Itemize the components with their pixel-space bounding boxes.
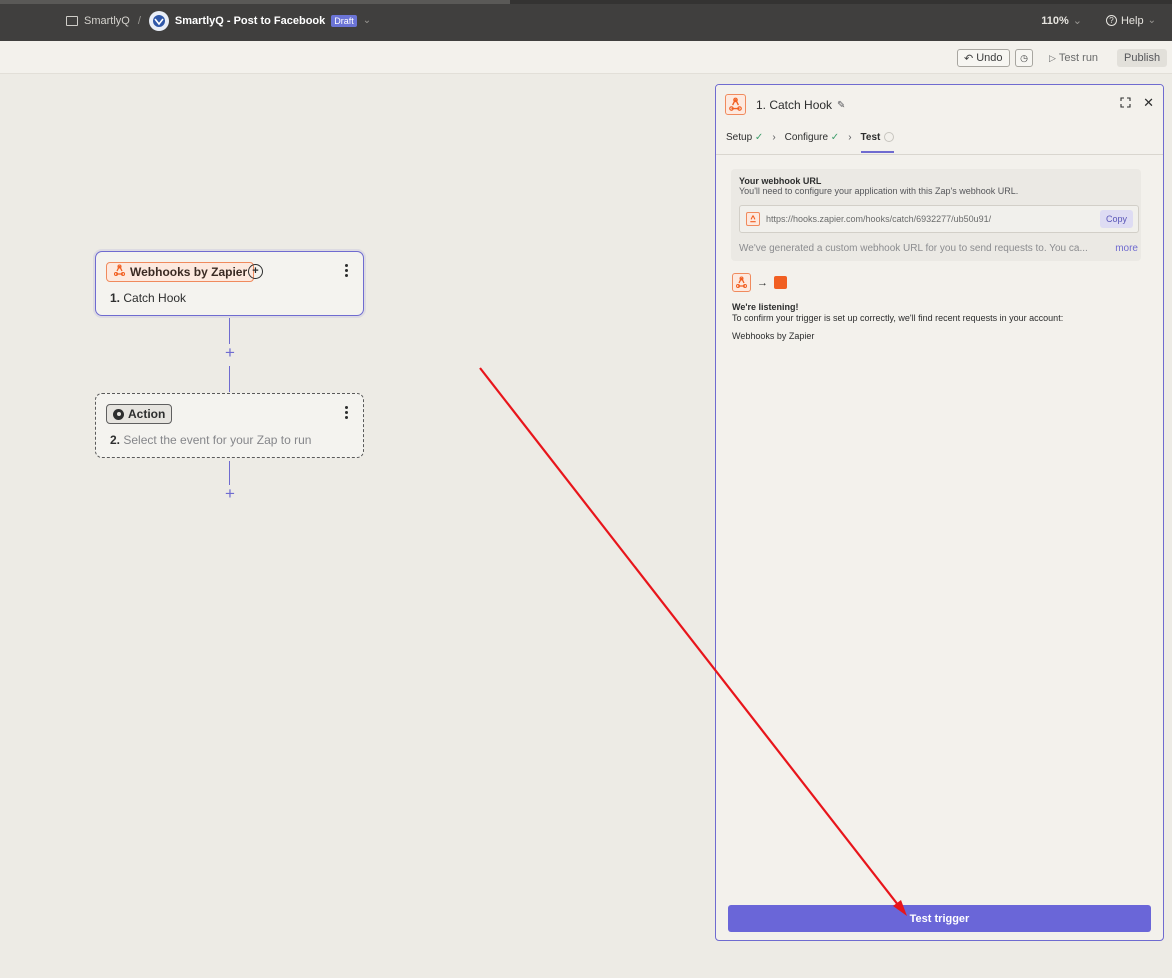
webhook-subtext: You'll need to configure your applicatio… (739, 186, 1019, 196)
panel-title[interactable]: 1. Catch Hook ✎ (756, 98, 845, 112)
more-options-icon[interactable] (345, 264, 349, 277)
chevron-right-icon: › (772, 131, 776, 143)
step-title: 1. Catch Hook (110, 291, 186, 305)
webhook-url[interactable]: https://hooks.zapier.com/hooks/catch/693… (766, 214, 991, 224)
action-step-card[interactable]: Action 2. Select the event for your Zap … (95, 393, 364, 458)
expand-icon[interactable] (1120, 97, 1131, 108)
connector-line (229, 318, 230, 344)
tab-configure[interactable]: Configure ✓ (785, 132, 840, 143)
folder-link[interactable]: SmartlyQ (84, 15, 130, 27)
step-title: 2. Select the event for your Zap to run (110, 433, 311, 447)
top-right-controls: 110% ⌄ ? Help ⌄ (1041, 0, 1172, 41)
webhook-url-field[interactable]: https://hooks.zapier.com/hooks/catch/693… (739, 205, 1139, 233)
webhook-url-card: Your webhook URL You'll need to configur… (731, 169, 1141, 261)
step-editor-panel: 1. Catch Hook ✎ ✕ Setup ✓ › Configure ✓ … (715, 84, 1164, 941)
status-badge: Draft (331, 14, 357, 27)
tab-label: Configure (784, 131, 829, 143)
status-circle-icon (884, 131, 895, 142)
webhook-icon (725, 94, 746, 115)
top-bar: SmartlyQ / SmartlyQ - Post to Facebook D… (0, 0, 1172, 41)
step-name: Catch Hook (123, 291, 187, 305)
breadcrumb: SmartlyQ / SmartlyQ - Post to Facebook D… (66, 0, 371, 41)
arrow-right-icon: → (757, 276, 768, 289)
step-tabs: Setup ✓ › Configure ✓ › Test (726, 130, 895, 153)
connector-line (229, 366, 230, 392)
copy-button[interactable]: Copy (1099, 210, 1133, 228)
webhook-note: We've generated a custom webhook URL for… (739, 243, 1088, 254)
help-icon: ? (1105, 15, 1117, 26)
tab-label: Setup (726, 131, 753, 143)
breadcrumb-separator: / (137, 14, 141, 27)
pencil-icon[interactable]: ✎ (837, 100, 845, 111)
step-number: 2. (110, 433, 121, 447)
step-name: Select the event for your Zap to run (123, 433, 312, 447)
trigger-step-card[interactable]: Webhooks by Zapier + 1. Catch Hook (95, 251, 364, 316)
webhook-icon (732, 273, 751, 292)
undo-label: Undo (976, 52, 1003, 64)
history-icon: ◷ (1020, 52, 1028, 63)
more-link[interactable]: more (1115, 243, 1138, 254)
test-run-button[interactable]: ▷ Test run (1042, 49, 1105, 67)
folder-icon (66, 15, 78, 26)
step-number: 1. (110, 291, 121, 305)
action-icon (113, 408, 124, 420)
add-step-button[interactable]: + (222, 485, 238, 502)
close-icon[interactable]: ✕ (1143, 95, 1154, 111)
listening-app: Webhooks by Zapier (732, 331, 815, 341)
panel-title-text: 1. Catch Hook (756, 98, 833, 112)
tab-label: Test (860, 131, 881, 143)
check-icon: ✓ (830, 131, 840, 143)
add-app-icon[interactable]: + (248, 264, 263, 279)
zoom-select[interactable]: 110% ⌄ (1041, 14, 1082, 27)
undo-icon: ↶ (964, 52, 974, 65)
test-run-label: Test run (1058, 52, 1099, 64)
webhook-heading: Your webhook URL (739, 176, 822, 186)
tab-setup[interactable]: Setup ✓ (726, 132, 763, 143)
webhook-icon (746, 212, 760, 226)
test-trigger-button[interactable]: Test trigger (728, 905, 1151, 932)
play-icon: ▷ (1049, 52, 1056, 63)
webhook-icon (113, 264, 126, 280)
zap-name[interactable]: SmartlyQ - Post to Facebook (175, 15, 325, 27)
zap-app-icon (148, 10, 169, 31)
listening-heading: We're listening! (732, 302, 799, 312)
app-chip-action[interactable]: Action (106, 404, 173, 424)
history-button[interactable]: ◷ (1015, 49, 1033, 67)
help-menu[interactable]: ? Help ⌄ (1105, 14, 1156, 27)
connector-line (229, 461, 230, 485)
more-options-icon[interactable] (345, 406, 349, 419)
zapier-logo-icon (774, 276, 787, 289)
add-step-button[interactable]: + (222, 344, 238, 361)
zoom-value: 110% (1041, 15, 1069, 27)
flow-illustration: → (732, 273, 787, 292)
listening-text: To confirm your trigger is set up correc… (732, 313, 1064, 323)
chevron-down-icon[interactable]: ⌄ (363, 15, 371, 26)
publish-button[interactable]: Publish (1117, 49, 1168, 67)
check-icon: ✓ (754, 131, 764, 143)
chevron-down-icon: ⌄ (1072, 15, 1082, 27)
panel-header: 1. Catch Hook ✎ ✕ Setup ✓ › Configure ✓ … (716, 85, 1163, 155)
help-label: Help (1120, 14, 1144, 27)
app-chip-label: Action (128, 407, 166, 421)
undo-button[interactable]: ↶ Undo (957, 49, 1010, 67)
tab-test[interactable]: Test (860, 131, 895, 153)
publish-label: Publish (1124, 52, 1161, 64)
editor-toolbar: ↶ Undo ◷ ▷ Test run Publish (0, 41, 1172, 74)
chevron-down-icon: ⌄ (1147, 15, 1156, 26)
chevron-right-icon: › (848, 131, 852, 143)
app-chip-webhooks[interactable]: Webhooks by Zapier (106, 262, 255, 282)
app-chip-label: Webhooks by Zapier (130, 265, 248, 279)
